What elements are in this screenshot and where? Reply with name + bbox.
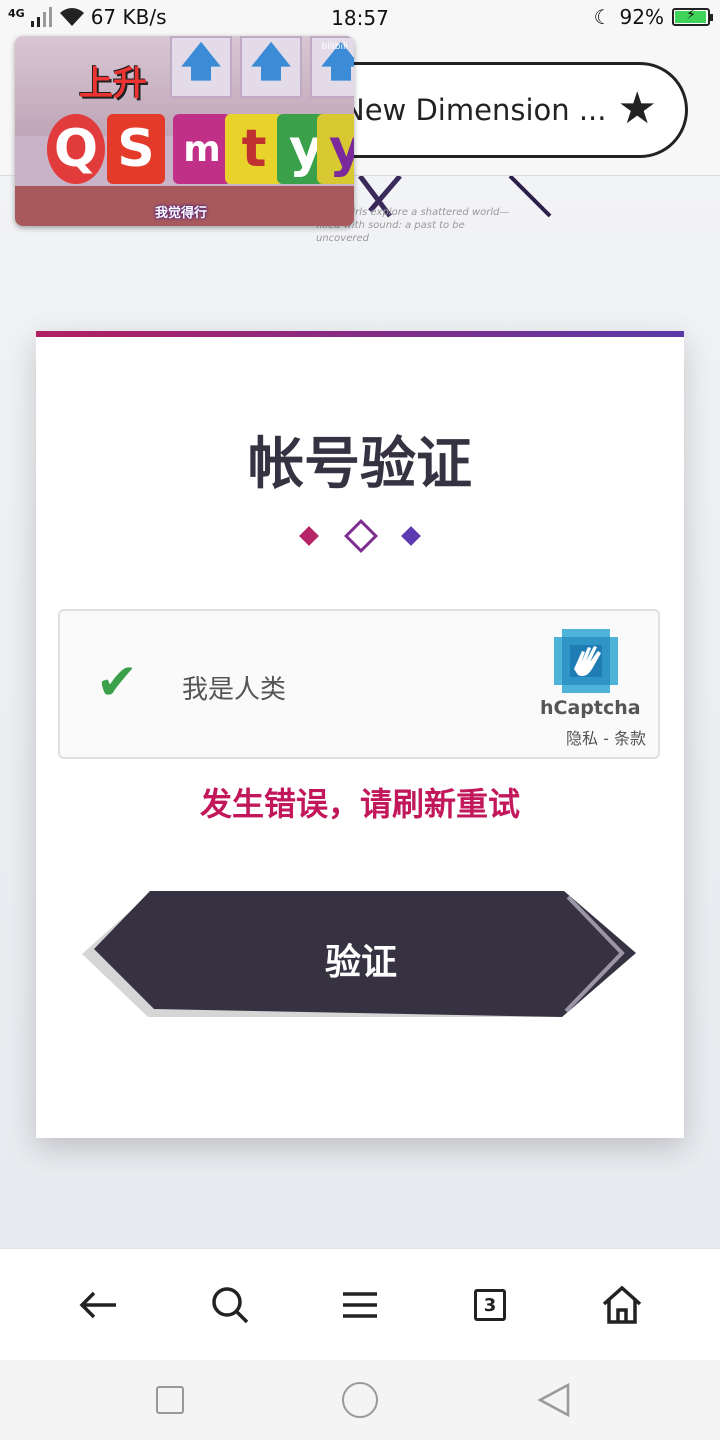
recent-apps-icon[interactable] [156, 1386, 184, 1414]
video-caption: 我觉得行 [155, 206, 208, 221]
privacy-terms-links[interactable]: 隐私 - 条款 [566, 725, 646, 749]
card-title: 帐号验证 [248, 432, 472, 497]
captcha-label: 我是人类 [182, 675, 287, 705]
letter-block: y [317, 114, 354, 184]
verify-button[interactable]: 验证 [82, 887, 640, 1021]
system-back-icon[interactable] [536, 1382, 572, 1418]
tab-count[interactable]: 3 [474, 1289, 506, 1321]
floating-video-player[interactable]: 🡅 🡅 🡅 Q S m t y y 上升 我觉得行 bilibili [15, 36, 354, 226]
status-right: ☾ 92% ⚡ [593, 5, 713, 29]
tabs-icon[interactable]: 3 [466, 1283, 514, 1327]
hcaptcha-brand: hCaptcha [540, 697, 641, 719]
video-watermark: bilibili [321, 42, 348, 52]
page-title[interactable]: New Dimension ... [343, 93, 607, 127]
system-navigation-bar [0, 1360, 720, 1440]
browser-bottom-nav: 3 [0, 1248, 720, 1360]
letter-block: t [225, 114, 283, 184]
home-button-icon[interactable] [342, 1382, 378, 1418]
moon-icon: ☾ [593, 5, 612, 29]
battery-icon: ⚡ [672, 7, 713, 26]
home-icon[interactable] [598, 1283, 646, 1327]
star-icon[interactable]: ★ [618, 87, 657, 131]
verification-card: 帐号验证 ✔ 我是人类 hCaptcha 隐私 - 条款 发生错误，请刷新重试 … [36, 331, 684, 1138]
menu-icon[interactable] [336, 1283, 384, 1327]
diamond-outline-icon [344, 519, 378, 553]
back-arrow-icon[interactable] [74, 1283, 122, 1327]
letter-block: S [107, 114, 165, 184]
checkmark-icon[interactable]: ✔ [96, 657, 138, 707]
up-arrow-icon: 🡅 [240, 36, 302, 98]
hcaptcha-logo-icon [554, 629, 618, 693]
error-message: 发生错误，请刷新重试 [199, 785, 520, 823]
card-accent-line [36, 331, 684, 337]
letter-block: m [173, 114, 231, 184]
diamond-icon [401, 526, 421, 546]
video-title: 上升 [79, 64, 147, 104]
diamond-divider [36, 519, 684, 555]
diamond-icon [299, 526, 319, 546]
battery-percent: 92% [619, 5, 664, 29]
address-bar[interactable]: New Dimension ... ★ [300, 62, 688, 158]
hcaptcha-widget[interactable]: ✔ 我是人类 hCaptcha 隐私 - 条款 [58, 609, 660, 759]
search-icon[interactable] [206, 1283, 254, 1327]
letter-block: Q [47, 114, 105, 184]
status-bar: 4G 67 KB/s 18:57 ☾ 92% ⚡ [0, 0, 720, 36]
up-arrow-icon: 🡅 [170, 36, 232, 98]
verify-button-label[interactable]: 验证 [82, 933, 640, 985]
